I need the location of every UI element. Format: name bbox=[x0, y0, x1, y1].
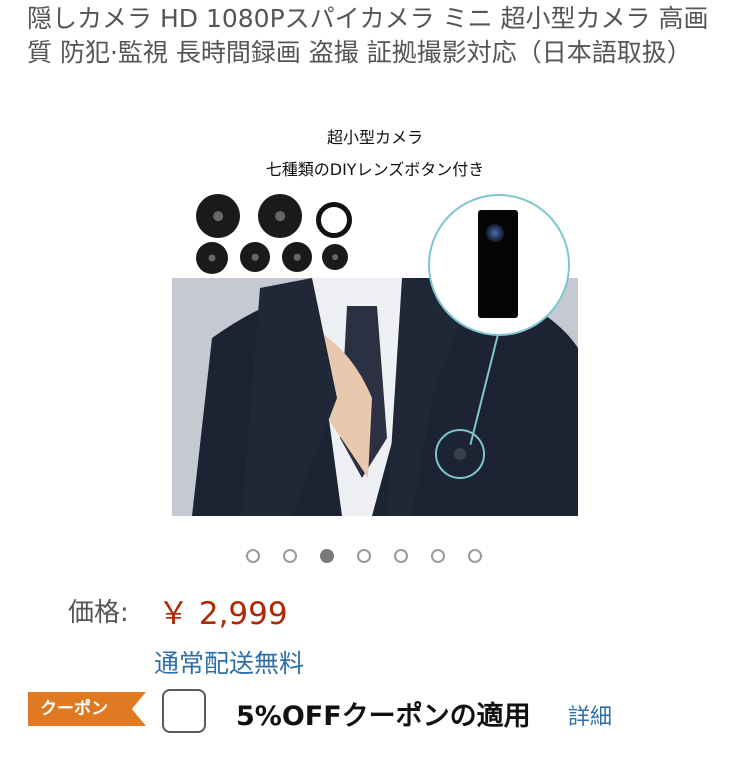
product-title: 隠しカメラ HD 1080Pスパイカメラ ミニ 超小型カメラ 高画質 防犯·監視… bbox=[27, 4, 709, 67]
image-pagination[interactable] bbox=[246, 549, 482, 563]
price-label: 価格: bbox=[68, 598, 129, 628]
image-caption-subtitle: 七種類のDIYレンズボタン付き bbox=[265, 160, 485, 179]
lens-button-icon bbox=[258, 194, 302, 238]
pagination-dot[interactable] bbox=[246, 549, 260, 563]
camera-module-icon bbox=[478, 210, 518, 318]
product-image[interactable]: 超小型カメラ 七種類のDIYレンズボタン付き bbox=[172, 118, 578, 516]
coupon-badge: クーポン bbox=[28, 692, 146, 726]
coupon-details-link[interactable]: 詳細 bbox=[568, 699, 612, 731]
camera-zoom-inset bbox=[428, 194, 570, 336]
shipping-link[interactable]: 通常配送無料 bbox=[154, 644, 304, 680]
pagination-dot[interactable] bbox=[394, 549, 408, 563]
price-value: ￥ 2,999 bbox=[158, 596, 288, 632]
lens-ring-icon bbox=[316, 202, 352, 238]
pagination-dot[interactable] bbox=[431, 549, 445, 563]
pagination-dot[interactable] bbox=[357, 549, 371, 563]
lens-button-icon bbox=[196, 194, 240, 238]
lens-button-icon bbox=[322, 244, 348, 270]
pagination-dot[interactable] bbox=[283, 549, 297, 563]
lens-button-icon bbox=[196, 242, 228, 274]
lens-button-icon bbox=[282, 242, 312, 272]
image-caption-title: 超小型カメラ bbox=[326, 128, 423, 147]
camera-lens-icon bbox=[486, 224, 504, 242]
lens-button-icon bbox=[240, 242, 270, 272]
pagination-dot-active[interactable] bbox=[320, 549, 334, 563]
pagination-dot[interactable] bbox=[468, 549, 482, 563]
coupon-label[interactable]: 5%OFFクーポンの適用 bbox=[236, 694, 531, 733]
coupon-checkbox[interactable] bbox=[162, 689, 206, 733]
